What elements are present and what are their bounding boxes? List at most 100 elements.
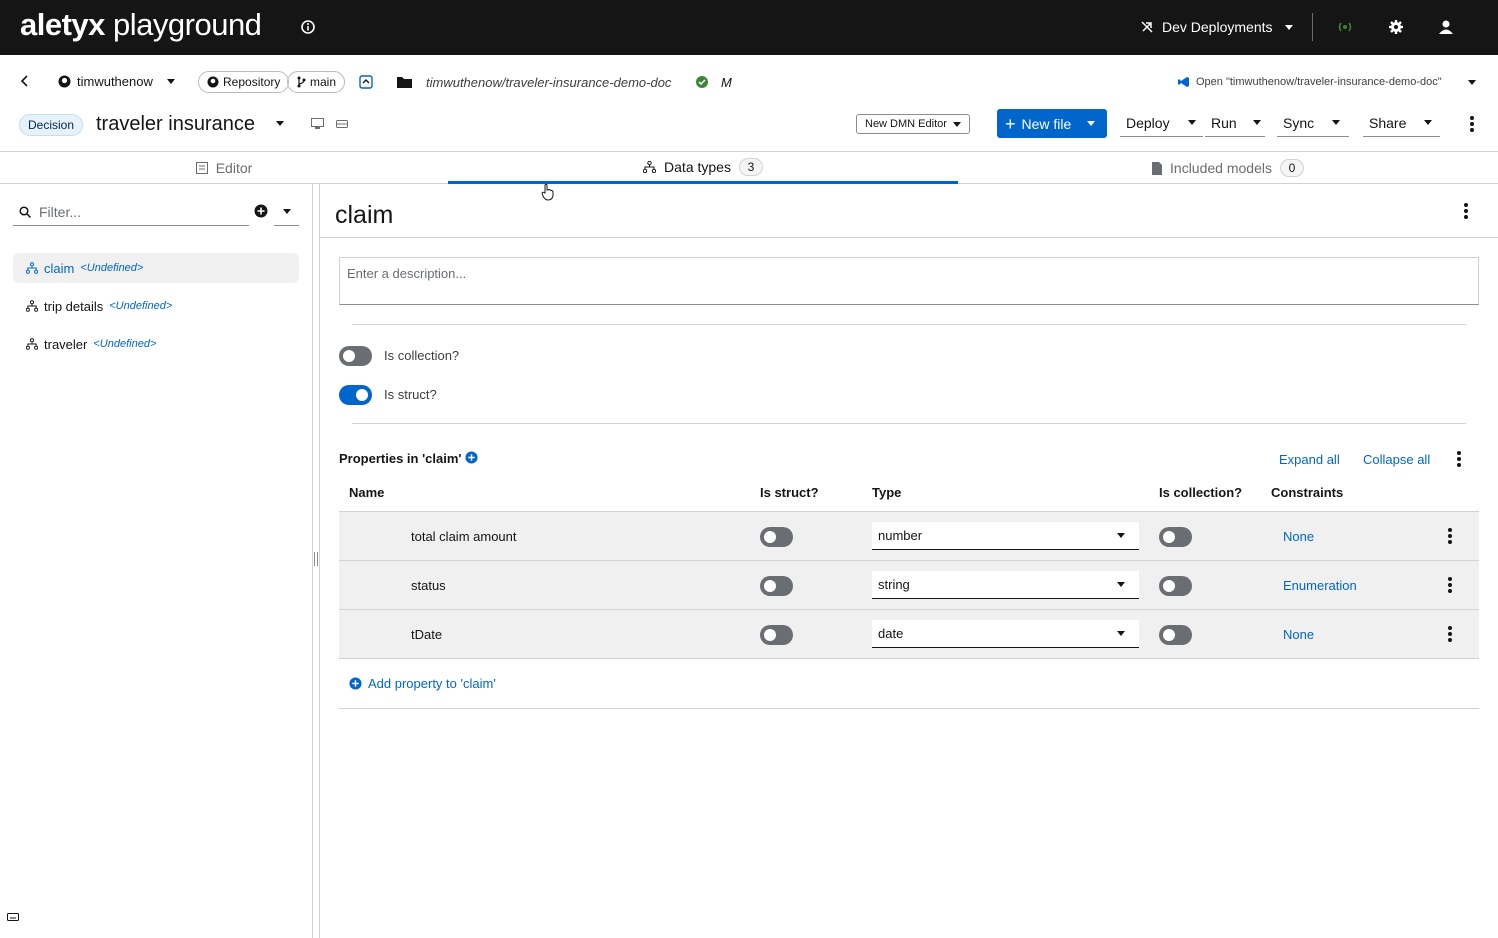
chevron-down-icon (282, 209, 291, 214)
user-icon[interactable] (1437, 18, 1455, 36)
struct-icon (26, 338, 38, 350)
add-property-button[interactable]: Add property to 'claim' (349, 676, 496, 691)
column-header-type: Type (872, 485, 902, 500)
search-icon (19, 205, 31, 218)
table-row[interactable]: tDate date None (339, 610, 1479, 659)
deployments-select[interactable]: Dev Deployments (1140, 17, 1293, 37)
panel-resize-handle[interactable] (313, 184, 320, 938)
title-chevron-down-icon[interactable] (276, 121, 284, 126)
hand-cursor-icon (541, 183, 554, 201)
chevron-down-icon (1424, 120, 1433, 125)
description-textarea[interactable]: Enter a description... (339, 257, 1479, 305)
more-options-kebab-icon[interactable] (1470, 116, 1474, 132)
row-is-struct-toggle[interactable] (760, 527, 793, 547)
chevron-down-icon[interactable] (1468, 80, 1476, 85)
file-icon (1152, 161, 1163, 175)
column-header-is-collection: Is collection? (1159, 485, 1243, 500)
row-is-collection-toggle[interactable] (1159, 625, 1192, 645)
type-select[interactable]: date (872, 620, 1139, 648)
property-name[interactable]: status (411, 578, 446, 593)
branch-icon (297, 76, 306, 88)
sync-button[interactable]: Sync (1277, 109, 1349, 137)
add-options-dropdown[interactable] (274, 198, 299, 226)
repo-path[interactable]: timwuthenow/traveler-insurance-demo-doc (426, 75, 671, 90)
type-select[interactable]: number (872, 522, 1139, 550)
row-is-struct-toggle[interactable] (760, 576, 793, 596)
editor-icon (195, 162, 208, 174)
masthead-divider (1312, 13, 1313, 41)
broadcast-icon[interactable] (1336, 18, 1354, 36)
check-circle-icon (696, 76, 708, 88)
run-button[interactable]: Run (1205, 109, 1265, 137)
dmn-editor-select[interactable]: New DMN Editor (856, 114, 970, 134)
plus-icon: + (1005, 113, 1016, 134)
masthead: aletyx playground Dev Deployments (0, 0, 1498, 55)
back-chevron-icon[interactable] (20, 75, 30, 87)
data-types-icon (643, 160, 657, 173)
account-select[interactable]: timwuthenow (58, 74, 175, 89)
type-select[interactable]: string (872, 571, 1139, 599)
sync-status-icon[interactable] (359, 75, 373, 89)
constraints-link[interactable]: None (1283, 529, 1314, 544)
share-button[interactable]: Share (1363, 109, 1440, 137)
divider (352, 423, 1466, 424)
tab-data-types[interactable]: Data types 3 (448, 152, 958, 184)
github-icon (207, 76, 219, 88)
data-types-sidebar: Filter... claim <Undefined> trip details… (0, 184, 313, 938)
decision-badge: Decision (19, 114, 84, 136)
struct-icon (26, 300, 38, 312)
table-row[interactable]: total claim amount number None (339, 512, 1479, 561)
deploy-button[interactable]: Deploy (1120, 109, 1203, 137)
sidebar-item-traveler[interactable]: traveler <Undefined> (13, 329, 299, 359)
is-struct-toggle[interactable] (339, 385, 372, 405)
desktop-icon[interactable] (311, 118, 324, 129)
data-type-title[interactable]: claim (335, 201, 393, 230)
row-is-struct-toggle[interactable] (760, 625, 793, 645)
gear-icon[interactable] (1387, 18, 1405, 36)
row-kebab-icon[interactable] (1448, 528, 1452, 544)
chevron-down-icon (1252, 120, 1261, 125)
tab-editor[interactable]: Editor (0, 152, 448, 184)
branch-pill[interactable]: main (287, 71, 346, 93)
github-icon (58, 75, 71, 88)
filter-input[interactable]: Filter... (13, 198, 249, 226)
collapse-all-link[interactable]: Collapse all (1363, 452, 1430, 467)
row-kebab-icon[interactable] (1448, 626, 1452, 642)
properties-kebab-icon[interactable] (1457, 451, 1461, 467)
chevron-down-icon (1087, 121, 1096, 126)
new-file-button[interactable]: + New file (997, 109, 1107, 138)
column-header-constraints: Constraints (1271, 485, 1344, 500)
chevron-down-icon (1117, 631, 1125, 636)
account-name: timwuthenow (77, 74, 153, 89)
repository-pill[interactable]: Repository (198, 71, 290, 93)
row-is-collection-toggle[interactable] (1159, 576, 1192, 596)
sidebar-item-claim[interactable]: claim <Undefined> (13, 253, 299, 283)
constraints-link[interactable]: None (1283, 627, 1314, 642)
row-is-collection-toggle[interactable] (1159, 527, 1192, 547)
data-type-kebab-icon[interactable] (1464, 203, 1468, 219)
properties-heading: Properties in 'claim' (339, 451, 462, 466)
constraints-link[interactable]: Enumeration (1283, 578, 1357, 593)
file-title[interactable]: traveler insurance (96, 113, 255, 136)
sidebar-item-trip-details[interactable]: trip details <Undefined> (13, 291, 299, 321)
is-collection-toggle[interactable] (339, 346, 372, 366)
property-name[interactable]: tDate (411, 627, 442, 642)
editor-tabs: Editor Data types 3 Included models 0 (0, 152, 1498, 184)
keyboard-icon[interactable] (7, 913, 19, 921)
row-kebab-icon[interactable] (1448, 577, 1452, 593)
table-row[interactable]: status string Enumeration (339, 561, 1479, 610)
struct-icon (26, 262, 38, 274)
info-icon[interactable] (300, 19, 316, 35)
is-struct-label: Is struct? (384, 387, 437, 402)
add-data-type-icon[interactable] (254, 204, 268, 218)
column-header-name: Name (349, 485, 385, 500)
drive-icon[interactable] (336, 118, 348, 129)
expand-all-link[interactable]: Expand all (1279, 452, 1340, 467)
property-name[interactable]: total claim amount (411, 529, 517, 544)
rocket-off-icon (1141, 21, 1153, 33)
chevron-down-icon (1284, 24, 1293, 30)
logo[interactable]: aletyx playground (20, 6, 262, 44)
tab-included-models[interactable]: Included models 0 (958, 152, 1498, 184)
add-property-icon[interactable] (465, 451, 478, 464)
open-in-vscode-link[interactable]: Open "timwuthenow/traveler-insurance-dem… (1178, 76, 1442, 88)
